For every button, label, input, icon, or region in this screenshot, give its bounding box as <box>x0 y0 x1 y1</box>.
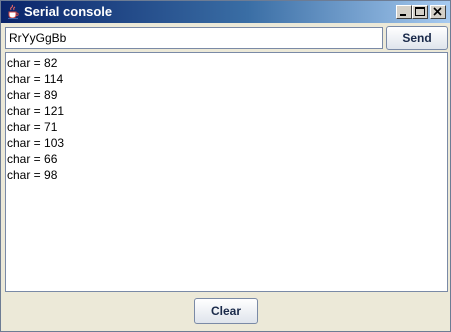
clear-button[interactable]: Clear <box>194 298 258 324</box>
minimize-icon <box>400 14 406 16</box>
message-input[interactable]: RrYyGgBb <box>5 27 383 49</box>
output-log[interactable]: char = 82 char = 114 char = 89 char = 121 ch… <box>5 52 448 292</box>
log-line: char = 66 <box>7 152 58 166</box>
java-cup-icon <box>5 4 21 20</box>
close-icon <box>433 7 442 16</box>
title-bar[interactable]: Serial console <box>1 1 450 23</box>
serial-console-window: Serial console RrYyGgBb Send char = 82 ch… <box>0 0 451 332</box>
log-line: char = 82 <box>7 56 58 70</box>
window-title: Serial console <box>24 4 113 19</box>
close-button[interactable] <box>430 5 446 19</box>
minimize-button[interactable] <box>396 5 412 19</box>
log-line: char = 98 <box>7 168 58 182</box>
log-line: char = 114 <box>7 72 64 86</box>
send-button[interactable]: Send <box>386 26 448 50</box>
log-line: char = 103 <box>7 136 65 150</box>
log-line: char = 71 <box>7 120 58 134</box>
maximize-button[interactable] <box>412 5 428 19</box>
log-line: char = 89 <box>7 88 58 102</box>
maximize-icon <box>415 7 425 16</box>
log-line: char = 121 <box>7 104 65 118</box>
